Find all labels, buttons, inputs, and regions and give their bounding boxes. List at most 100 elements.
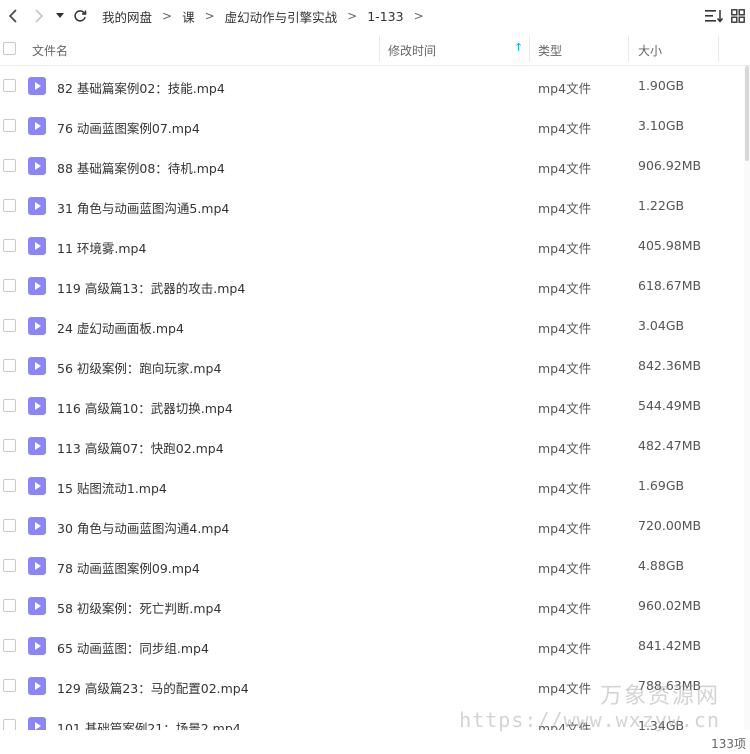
scrollbar-thumb[interactable] bbox=[745, 66, 749, 161]
row-checkbox[interactable] bbox=[3, 79, 16, 92]
video-file-icon bbox=[28, 237, 46, 255]
file-row[interactable]: 24 虚幻动画面板.mp4 mp4文件 3.04GB bbox=[0, 306, 750, 346]
file-type: mp4文件 bbox=[538, 601, 592, 616]
column-header-size[interactable]: 大小 bbox=[638, 42, 662, 59]
column-header-name[interactable]: 文件名 bbox=[32, 42, 68, 59]
column-divider[interactable] bbox=[529, 36, 530, 62]
column-header-type[interactable]: 类型 bbox=[538, 42, 562, 59]
row-checkbox[interactable] bbox=[3, 519, 16, 532]
forward-button[interactable] bbox=[26, 3, 52, 29]
column-divider[interactable] bbox=[379, 36, 380, 62]
select-all-checkbox[interactable] bbox=[3, 42, 16, 55]
file-row[interactable]: 58 初级案例：死亡判断.mp4 mp4文件 960.02MB bbox=[0, 586, 750, 626]
file-name[interactable]: 65 动画蓝图：同步组.mp4 bbox=[57, 638, 209, 657]
row-checkbox[interactable] bbox=[3, 279, 16, 292]
file-name[interactable]: 24 虚幻动画面板.mp4 bbox=[57, 318, 184, 337]
refresh-button[interactable] bbox=[68, 9, 92, 23]
file-row[interactable]: 129 高级篇23：马的配置02.mp4 mp4文件 788.63MB bbox=[0, 666, 750, 706]
row-checkbox[interactable] bbox=[3, 639, 16, 652]
row-checkbox[interactable] bbox=[3, 719, 16, 730]
file-name[interactable]: 113 高级篇07：快跑02.mp4 bbox=[57, 438, 224, 457]
row-checkbox[interactable] bbox=[3, 359, 16, 372]
file-row[interactable]: 119 高级篇13：武器的攻击.mp4 mp4文件 618.67MB bbox=[0, 266, 750, 306]
file-name[interactable]: 11 环境雾.mp4 bbox=[57, 238, 146, 257]
file-name[interactable]: 78 动画蓝图案例09.mp4 bbox=[57, 558, 200, 577]
file-name[interactable]: 30 角色与动画蓝图沟通4.mp4 bbox=[57, 518, 229, 537]
file-row[interactable]: 101 基础篇案例21：场景2.mp4 mp4文件 1.34GB bbox=[0, 706, 750, 730]
file-size: 841.42MB bbox=[638, 638, 702, 653]
video-file-icon bbox=[28, 277, 46, 295]
view-mode-button[interactable] bbox=[726, 4, 750, 28]
file-size: 1.34GB bbox=[638, 718, 685, 730]
file-name[interactable]: 101 基础篇案例21：场景2.mp4 bbox=[57, 718, 241, 730]
column-divider[interactable] bbox=[628, 36, 629, 62]
file-size: 788.63MB bbox=[638, 678, 702, 693]
file-type: mp4文件 bbox=[538, 441, 592, 456]
row-checkbox[interactable] bbox=[3, 399, 16, 412]
file-row[interactable]: 82 基础篇案例02：技能.mp4 mp4文件 1.90GB bbox=[0, 66, 750, 106]
file-size: 842.36MB bbox=[638, 358, 702, 373]
column-header-modified-time[interactable]: 修改时间 bbox=[388, 42, 436, 59]
file-name[interactable]: 116 高级篇10：武器切换.mp4 bbox=[57, 398, 233, 417]
file-row[interactable]: 30 角色与动画蓝图沟通4.mp4 mp4文件 720.00MB bbox=[0, 506, 750, 546]
file-name[interactable]: 58 初级案例：死亡判断.mp4 bbox=[57, 598, 221, 617]
file-name[interactable]: 82 基础篇案例02：技能.mp4 bbox=[57, 78, 225, 97]
video-file-icon bbox=[28, 317, 46, 335]
video-file-icon bbox=[28, 557, 46, 575]
file-name[interactable]: 31 角色与动画蓝图沟通5.mp4 bbox=[57, 198, 229, 217]
row-checkbox[interactable] bbox=[3, 319, 16, 332]
sort-ascending-icon: ↑ bbox=[514, 41, 524, 54]
file-type: mp4文件 bbox=[538, 161, 592, 176]
row-checkbox[interactable] bbox=[3, 119, 16, 132]
file-row[interactable]: 116 高级篇10：武器切换.mp4 mp4文件 544.49MB bbox=[0, 386, 750, 426]
file-row[interactable]: 65 动画蓝图：同步组.mp4 mp4文件 841.42MB bbox=[0, 626, 750, 666]
row-checkbox[interactable] bbox=[3, 239, 16, 252]
row-checkbox[interactable] bbox=[3, 159, 16, 172]
scrollbar[interactable] bbox=[744, 66, 750, 730]
file-row[interactable]: 78 动画蓝图案例09.mp4 mp4文件 4.88GB bbox=[0, 546, 750, 586]
file-type: mp4文件 bbox=[538, 201, 592, 216]
file-row[interactable]: 31 角色与动画蓝图沟通5.mp4 mp4文件 1.22GB bbox=[0, 186, 750, 226]
row-checkbox[interactable] bbox=[3, 599, 16, 612]
file-type: mp4文件 bbox=[538, 481, 592, 496]
breadcrumb-separator: > bbox=[204, 9, 215, 23]
file-type: mp4文件 bbox=[538, 641, 592, 656]
breadcrumb-item[interactable]: 课 bbox=[180, 7, 197, 26]
row-checkbox[interactable] bbox=[3, 479, 16, 492]
sort-icon bbox=[705, 10, 723, 23]
file-row[interactable]: 56 初级案例：跑向玩家.mp4 mp4文件 842.36MB bbox=[0, 346, 750, 386]
file-size: 906.92MB bbox=[638, 158, 702, 173]
file-name[interactable]: 76 动画蓝图案例07.mp4 bbox=[57, 118, 200, 137]
row-checkbox[interactable] bbox=[3, 199, 16, 212]
file-name[interactable]: 15 贴图流动1.mp4 bbox=[57, 478, 167, 497]
file-name[interactable]: 56 初级案例：跑向玩家.mp4 bbox=[57, 358, 221, 377]
column-divider[interactable] bbox=[718, 36, 719, 62]
file-type: mp4文件 bbox=[538, 681, 592, 696]
file-row[interactable]: 76 动画蓝图案例07.mp4 mp4文件 3.10GB bbox=[0, 106, 750, 146]
back-button[interactable] bbox=[0, 3, 26, 29]
file-row[interactable]: 113 高级篇07：快跑02.mp4 mp4文件 482.47MB bbox=[0, 426, 750, 466]
file-row[interactable]: 11 环境雾.mp4 mp4文件 405.98MB bbox=[0, 226, 750, 266]
history-dropdown[interactable] bbox=[52, 13, 68, 19]
grid-view-icon bbox=[731, 9, 745, 23]
breadcrumb-item[interactable]: 我的网盘 bbox=[100, 7, 154, 26]
row-checkbox[interactable] bbox=[3, 559, 16, 572]
file-name[interactable]: 129 高级篇23：马的配置02.mp4 bbox=[57, 678, 249, 697]
video-file-icon bbox=[28, 437, 46, 455]
file-name[interactable]: 88 基础篇案例08：待机.mp4 bbox=[57, 158, 225, 177]
file-size: 482.47MB bbox=[638, 438, 702, 453]
file-type: mp4文件 bbox=[538, 81, 592, 96]
breadcrumb-item[interactable]: 1-133 bbox=[365, 9, 405, 24]
breadcrumb-item[interactable]: 虚幻动作与引擎实战 bbox=[223, 7, 340, 26]
file-size: 3.04GB bbox=[638, 318, 685, 333]
file-row[interactable]: 15 贴图流动1.mp4 mp4文件 1.69GB bbox=[0, 466, 750, 506]
row-checkbox[interactable] bbox=[3, 439, 16, 452]
file-row[interactable]: 88 基础篇案例08：待机.mp4 mp4文件 906.92MB bbox=[0, 146, 750, 186]
sort-button[interactable] bbox=[702, 4, 726, 28]
row-checkbox[interactable] bbox=[3, 679, 16, 692]
file-name[interactable]: 119 高级篇13：武器的攻击.mp4 bbox=[57, 278, 245, 297]
file-type: mp4文件 bbox=[538, 561, 592, 576]
video-file-icon bbox=[28, 517, 46, 535]
video-file-icon bbox=[28, 397, 46, 415]
chevron-right-icon bbox=[35, 9, 44, 23]
